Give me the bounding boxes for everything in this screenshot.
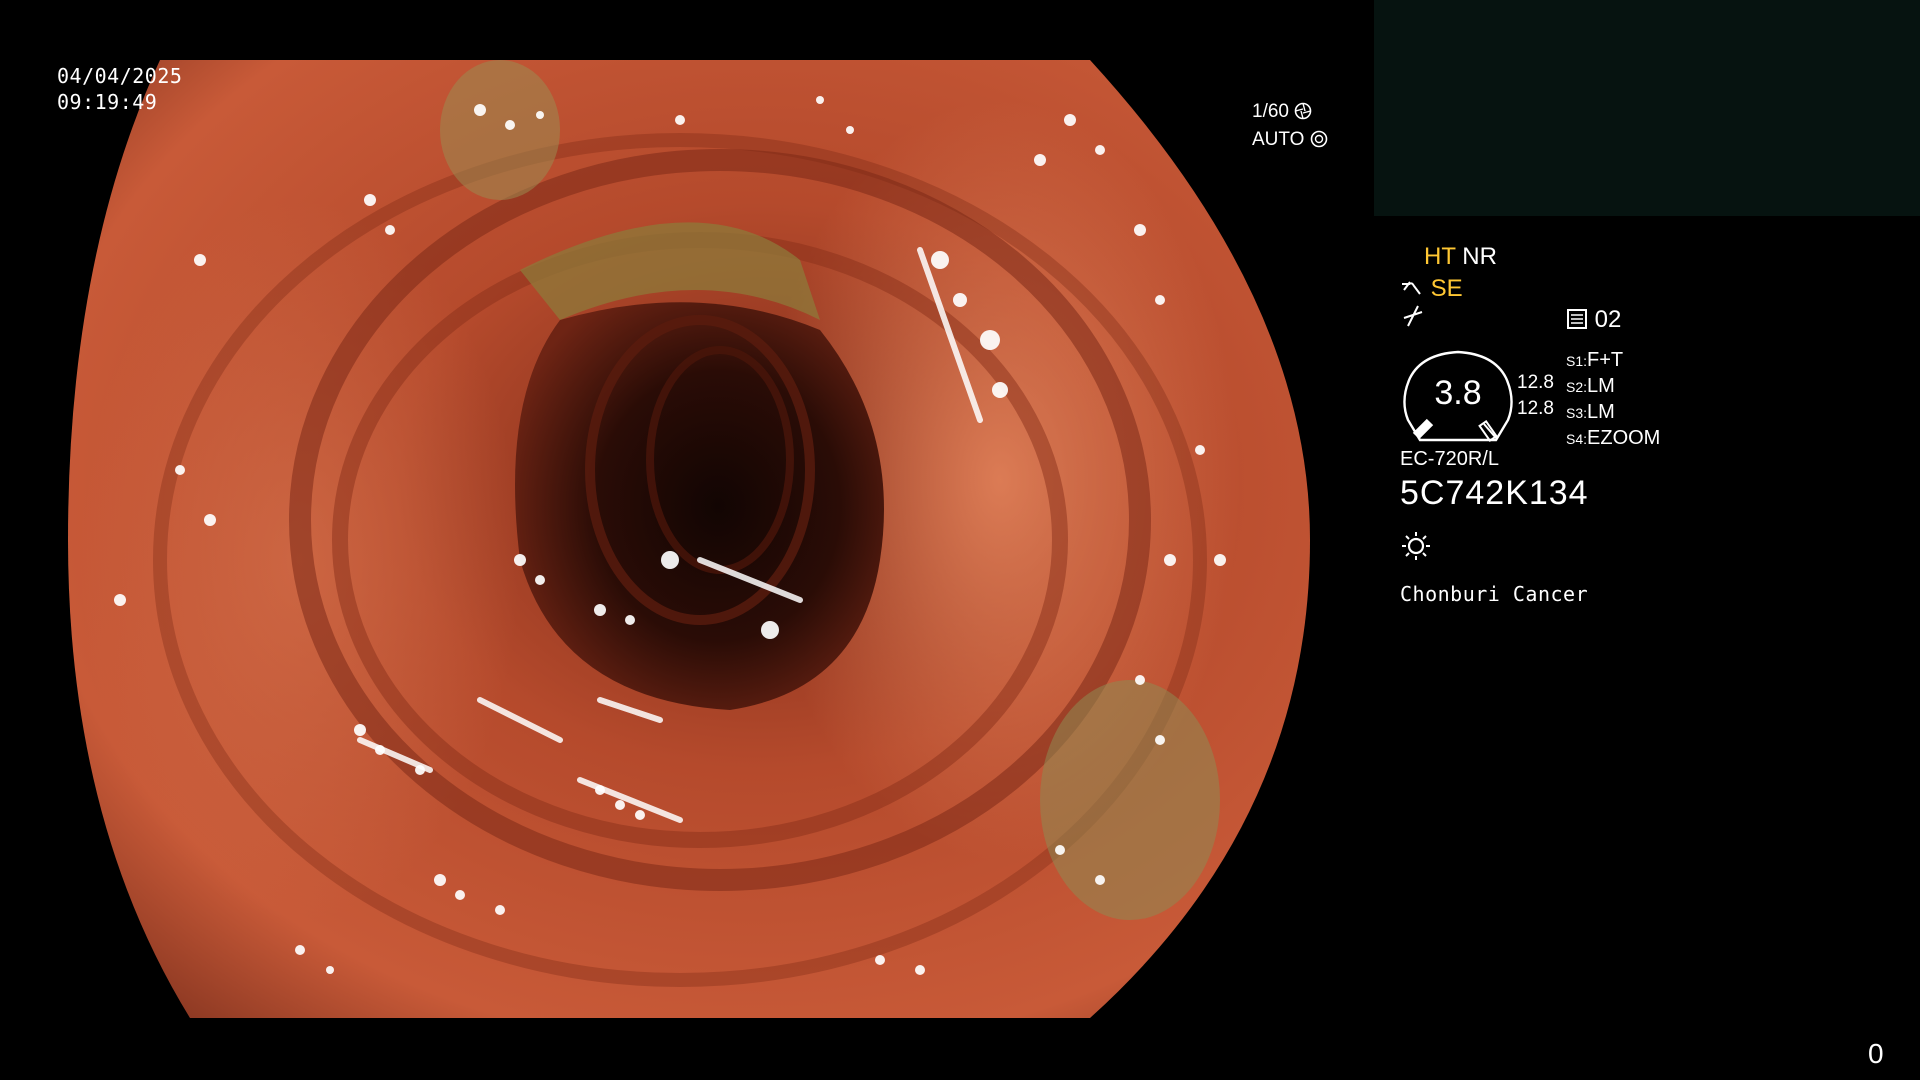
- switch-key: S4:: [1566, 431, 1588, 447]
- switch-value: LM: [1587, 375, 1615, 397]
- zoom-value: 3.8: [1434, 374, 1482, 412]
- zoom-gauge: 3.8: [1400, 350, 1516, 444]
- endoscope-image: [0, 0, 1380, 1080]
- switch-item: S4:EZOOM: [1566, 426, 1660, 452]
- datetime-display: 04/04/2025 09:19:49: [57, 63, 182, 115]
- image-mode-row: 02: [1566, 305, 1621, 335]
- frame-counter: 0: [1868, 1038, 1884, 1069]
- color-icon: [1403, 305, 1423, 327]
- se-row: SE: [1400, 274, 1463, 304]
- switch-item: S3:LM: [1566, 400, 1660, 426]
- se-label: SE: [1430, 275, 1463, 302]
- date-text: 04/04/2025: [57, 64, 183, 88]
- serial-number: 5C742K134: [1400, 474, 1589, 512]
- switch-key: S3:: [1566, 405, 1588, 421]
- thumbnail-panel: [1374, 0, 1920, 216]
- light-row: [1400, 530, 1432, 566]
- light-icon: [1402, 532, 1430, 560]
- iris-mode: AUTO: [1252, 129, 1305, 150]
- site-name: Chonburi Cancer: [1400, 582, 1589, 606]
- shutter-icon: [1294, 102, 1312, 120]
- zoom-ref-bottom: 12.8: [1517, 398, 1554, 419]
- iris-row: AUTO: [1252, 126, 1328, 154]
- switch-list: S1:F+T S2:LM S3:LM S4:EZOOM: [1566, 348, 1660, 452]
- zoom-reference: 12.8 12.8: [1517, 370, 1554, 422]
- switch-item: S2:LM: [1566, 374, 1660, 400]
- zoom-ref-top: 12.8: [1517, 372, 1554, 393]
- exposure-display: 1/60 AUTO: [1252, 98, 1328, 154]
- nr-label: NR: [1462, 243, 1497, 270]
- structure-icon: [1402, 281, 1421, 295]
- switch-value: F+T: [1587, 349, 1624, 371]
- switch-key: S1:: [1566, 353, 1588, 369]
- image-mode-value: 02: [1594, 306, 1622, 333]
- scope-model: EC-720R/L: [1400, 448, 1499, 470]
- mucosa-scene: [68, 60, 1310, 1018]
- ht-label: HT: [1424, 243, 1456, 270]
- switch-value: EZOOM: [1587, 427, 1661, 449]
- shutter-row: 1/60: [1252, 98, 1328, 126]
- switch-value: LM: [1587, 401, 1615, 423]
- shutter-speed: 1/60: [1252, 101, 1289, 122]
- time-text: 09:19:49: [57, 90, 158, 114]
- switch-key: S2:: [1566, 379, 1588, 395]
- color-row: [1402, 304, 1424, 332]
- iris-icon: [1310, 130, 1328, 148]
- image-mode-icon: [1567, 309, 1587, 329]
- switch-item: S1:F+T: [1566, 348, 1660, 374]
- ht-nr-row: HT NR: [1424, 242, 1497, 272]
